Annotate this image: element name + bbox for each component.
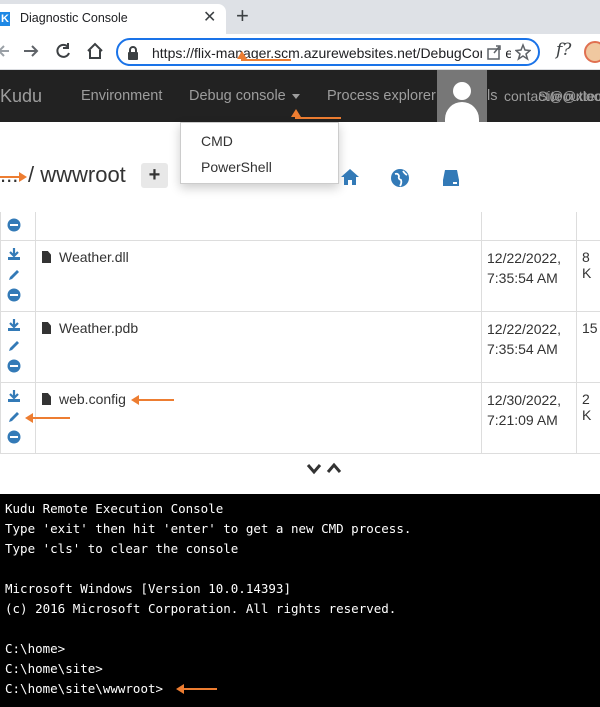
file-name-text: Weather.pdb (59, 320, 139, 336)
file-table: Weather.dll 12/22/2022, 7:35:54 AM 8 K We… (0, 212, 600, 454)
edit-icon[interactable] (7, 339, 21, 353)
console-prompt[interactable]: C:\home\site\wwwroot> (5, 679, 600, 699)
debug-console-dropdown: CMD PowerShell (180, 122, 339, 184)
new-tab-icon[interactable]: + (236, 5, 249, 27)
browser-toolbar: https://flix-manager.scm.azurewebsites.n… (0, 34, 600, 70)
table-row: Weather.pdb 12/22/2022, 7:35:54 AM 15 (0, 312, 600, 383)
file-name[interactable]: Weather.pdb (42, 320, 138, 336)
edit-icon[interactable] (7, 410, 21, 424)
path-current-folder: / wwwroot (28, 162, 126, 187)
console-line: Type 'exit' then hit 'enter' to get a ne… (5, 521, 412, 536)
path-annotation-arrow (0, 172, 27, 182)
console-line: C:\home\site> (5, 661, 103, 676)
file-name-text: Weather.dll (59, 249, 129, 265)
avatar-body-icon (445, 102, 479, 122)
prompt-annotation-arrow (176, 684, 217, 694)
file-modified-date: 12/30/2022, 7:21:09 AM (487, 390, 561, 430)
kudu-console[interactable]: Kudu Remote Execution Console Type 'exit… (0, 494, 600, 707)
table-row: web.config 12/30/2022, 7:21:09 AM 2 K (0, 383, 600, 454)
browser-tabstrip: K Diagnostic Console ✕ + (0, 0, 600, 34)
file-name[interactable]: web.config (42, 391, 126, 407)
back-icon[interactable] (0, 41, 10, 65)
url-annotation-arrow (237, 51, 291, 61)
download-icon[interactable] (7, 318, 21, 332)
console-line: Kudu Remote Execution Console (5, 501, 224, 516)
download-icon[interactable] (7, 389, 21, 403)
user-site[interactable]: Site@xtec (538, 88, 600, 104)
edit-icon[interactable] (7, 268, 21, 282)
avatar[interactable] (437, 70, 487, 122)
edit-annotation-arrow (25, 413, 70, 423)
console-line: Type 'cls' to clear the console (5, 541, 239, 556)
delete-icon[interactable] (7, 359, 21, 373)
globe-icon[interactable] (390, 168, 410, 193)
chevron-down-icon (291, 93, 300, 99)
file-date: 12/22/2022, (487, 250, 561, 266)
avatar-head-icon (453, 82, 471, 100)
path-ellipsis-link[interactable]: ... (0, 162, 18, 188)
address-bar[interactable]: https://flix-manager.scm.azurewebsites.n… (116, 38, 540, 66)
dropdown-item-cmd[interactable]: CMD (201, 133, 233, 149)
file-size: 2 K (582, 391, 592, 423)
drive-icon[interactable] (441, 168, 461, 193)
file-icon (42, 251, 51, 263)
extension-icon[interactable]: f? (556, 40, 571, 60)
nav-debug-console-label: Debug console (189, 88, 286, 104)
delete-icon[interactable] (7, 218, 21, 232)
console-line: Microsoft Windows [Version 10.0.14393] (5, 581, 291, 596)
home-icon[interactable] (86, 41, 104, 65)
file-time: 7:35:54 AM (487, 341, 558, 357)
download-icon[interactable] (7, 247, 21, 261)
close-tab-icon[interactable]: ✕ (203, 9, 216, 27)
home-folder-icon[interactable] (340, 168, 360, 191)
dropdown-item-powershell[interactable]: PowerShell (201, 159, 272, 175)
file-icon (42, 322, 51, 334)
star-icon[interactable] (511, 42, 535, 64)
file-modified-date: 12/22/2022, 7:35:54 AM (487, 248, 561, 288)
file-date: 12/30/2022, (487, 392, 561, 408)
file-date: 12/22/2022, (487, 321, 561, 337)
tab-title: Diagnostic Console (20, 11, 128, 25)
kudu-favicon-icon: K (0, 12, 10, 26)
web-config-annotation-arrow (131, 395, 174, 405)
file-name[interactable]: Weather.dll (42, 249, 129, 265)
delete-icon[interactable] (7, 430, 21, 444)
reload-icon[interactable] (54, 41, 72, 65)
console-splitter-toggle[interactable] (306, 462, 346, 481)
file-modified-date: 12/22/2022, 7:35:54 AM (487, 319, 561, 359)
file-size: 15 (582, 320, 598, 336)
kudu-brand[interactable]: Kudu (0, 86, 42, 107)
console-line: (c) 2016 Microsoft Corporation. All righ… (5, 601, 397, 616)
lock-icon[interactable] (126, 45, 140, 60)
url-text[interactable]: https://flix-manager.scm.azurewebsites.n… (152, 45, 513, 61)
file-time: 7:21:09 AM (487, 412, 558, 428)
add-item-button[interactable]: + (141, 163, 168, 188)
file-icon (42, 393, 51, 405)
nav-debug-console[interactable]: Debug console (189, 88, 300, 104)
table-row (0, 212, 600, 241)
file-time: 7:35:54 AM (487, 270, 558, 286)
browser-tab[interactable]: K Diagnostic Console ✕ (0, 4, 226, 34)
file-name-text: web.config (59, 391, 126, 407)
nav-environment[interactable]: Environment (81, 88, 162, 104)
table-row: Weather.dll 12/22/2022, 7:35:54 AM 8 K (0, 241, 600, 312)
profile-icon[interactable] (584, 41, 600, 63)
console-line: C:\home> (5, 641, 66, 656)
share-icon[interactable] (482, 43, 506, 64)
kudu-navbar: Kudu Environment Debug console Process e… (0, 70, 600, 122)
delete-icon[interactable] (7, 288, 21, 302)
forward-icon[interactable] (22, 41, 40, 65)
debug-console-annotation-arrow (291, 109, 341, 119)
nav-tools[interactable]: ls (487, 88, 497, 104)
file-size: 8 K (582, 249, 592, 281)
nav-process-explorer[interactable]: Process explorer (327, 88, 436, 104)
